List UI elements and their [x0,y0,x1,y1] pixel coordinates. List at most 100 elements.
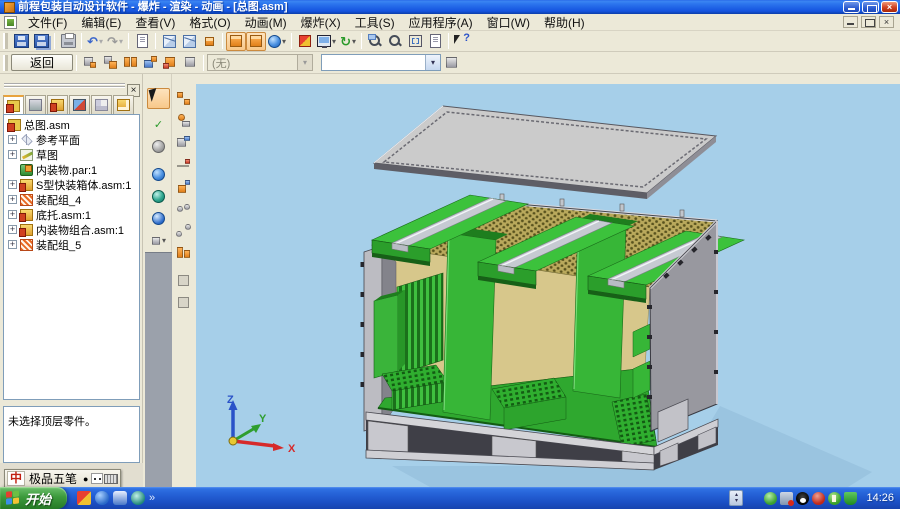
windows-tab[interactable] [91,95,112,114]
mdi-minimize-button[interactable] [843,16,858,28]
zoom-button[interactable] [385,32,405,51]
viewport-canvas[interactable]: Z Y X [196,84,900,487]
auto-explode-button[interactable] [80,53,100,72]
manual-explode-button[interactable] [100,53,120,72]
ime-punctuation-button[interactable] [91,473,103,484]
save-button[interactable] [11,32,31,51]
layers-tab[interactable] [25,95,46,114]
tree-item-subassembly[interactable]: +底托.asm:1 [4,207,139,222]
shield-icon[interactable] [844,492,857,505]
media-icon[interactable] [77,491,91,505]
expand-icon[interactable]: + [8,180,17,189]
msn-icon[interactable] [113,491,127,505]
wireframe-button[interactable] [147,208,170,229]
expand-icon[interactable]: + [8,225,17,234]
expand-icon[interactable]: + [8,150,17,159]
taskbar-clock[interactable]: 14:26 [860,492,894,504]
browser-icon[interactable] [131,491,145,505]
toolbar-grip[interactable] [3,33,8,49]
crate-lid[interactable] [374,106,716,199]
family-tab[interactable] [47,95,68,114]
visible-edges-button[interactable] [147,186,170,207]
menu-format[interactable]: 格式(O) [182,13,237,32]
tree-item-assembly-group[interactable]: +装配组_4 [4,192,139,207]
redo-button[interactable]: ↷▾ [105,32,125,51]
shaded-view-button[interactable] [147,164,170,185]
bind-button[interactable] [172,198,195,219]
qq-icon[interactable] [796,492,809,505]
mdi-restore-button[interactable] [861,16,876,28]
crate-model[interactable] [361,194,745,470]
paste-page-button[interactable] [132,32,152,51]
undo-button[interactable]: ↶▾ [85,32,105,51]
tree-item-assembly-group[interactable]: +装配组_5 [4,237,139,252]
explode-component-button[interactable] [172,88,195,109]
animation-select[interactable]: ▾ [321,54,441,71]
menu-help[interactable]: 帮助(H) [537,13,592,32]
tree-item-reference-planes[interactable]: +参考平面 [4,132,139,147]
wireframe-view-button[interactable] [159,32,179,51]
settings-b-button[interactable] [172,292,195,313]
reposition-button[interactable] [172,132,195,153]
expand-icon[interactable]: + [8,135,17,144]
ime-fullwidth-button[interactable]: ● [81,474,90,484]
select-tool-button[interactable] [147,88,170,109]
monitor-button[interactable]: ▾ [315,32,338,51]
chevron-icon[interactable]: » [149,492,155,504]
hidden-edge-view-button[interactable] [179,32,199,51]
expand-icon[interactable]: + [8,210,17,219]
menu-edit[interactable]: 编辑(E) [74,13,128,32]
expand-icon[interactable]: + [8,195,17,204]
menu-explode[interactable]: 爆炸(X) [294,13,348,32]
security-icon[interactable] [812,492,825,505]
move-part-button[interactable] [172,110,195,131]
menu-animation[interactable]: 动画(M) [238,13,294,32]
refresh-button[interactable]: ↻▾ [338,32,358,51]
tray-toggle-button[interactable]: ▴▾ [729,490,743,506]
tree-item-part[interactable]: 内装物.par:1 [4,162,139,177]
help-pointer-button[interactable]: ? [452,32,472,51]
minimize-button[interactable] [843,1,860,13]
menu-view[interactable]: 查看(V) [128,13,182,32]
collapse-group-button[interactable] [172,242,195,263]
restore-button[interactable] [862,1,879,13]
flow-line-button[interactable] [172,154,195,175]
explode-options-button[interactable] [160,53,180,72]
drag-component-button[interactable] [140,53,160,72]
pathfinder-tab[interactable] [3,95,24,114]
small-cube-button[interactable] [199,32,219,51]
tree-item-root[interactable]: 总图.asm [4,117,139,132]
fit-button[interactable] [405,32,425,51]
ime-name[interactable]: 极品五笔 [26,470,80,487]
start-button[interactable]: 开始 [0,487,67,509]
drag-arrow-button[interactable] [172,176,195,197]
tree-item-subassembly[interactable]: +内装物组合.asm:1 [4,222,139,237]
explode-view-button[interactable] [226,32,246,51]
collapse-button[interactable] [180,53,200,72]
tree-item-sketch[interactable]: +草图 [4,147,139,162]
tree-item-subassembly[interactable]: +S型快装箱体.asm:1 [4,177,139,192]
bind-parts-button[interactable] [120,53,140,72]
explode-config-select[interactable]: (无) ▾ [207,54,313,71]
close-button[interactable]: × [881,1,898,13]
mdi-close-button[interactable]: × [879,16,894,28]
help-tab[interactable] [113,95,134,114]
back-button[interactable]: 返回 [11,54,73,71]
shaded-disabled-button[interactable] [147,136,170,157]
unbind-button[interactable] [172,220,195,241]
sheets-tab[interactable] [69,95,90,114]
sphere-view-button[interactable]: ▾ [266,32,288,51]
ime-language-button[interactable]: 中 [7,471,25,486]
network-offline-icon[interactable] [780,492,793,505]
render-setup-button[interactable] [295,32,315,51]
previous-view-button[interactable] [425,32,445,51]
ie-icon[interactable] [95,491,109,505]
menu-file[interactable]: 文件(F) [21,13,74,32]
panel-grip[interactable] [4,83,125,88]
expand-icon[interactable]: + [8,240,17,249]
print-button[interactable] [58,32,78,51]
im-online-icon[interactable] [764,492,777,505]
viewport[interactable]: Z Y X [196,84,900,487]
ime-keyboard-icon[interactable] [104,474,118,484]
validate-button[interactable]: ✓ [147,114,170,135]
